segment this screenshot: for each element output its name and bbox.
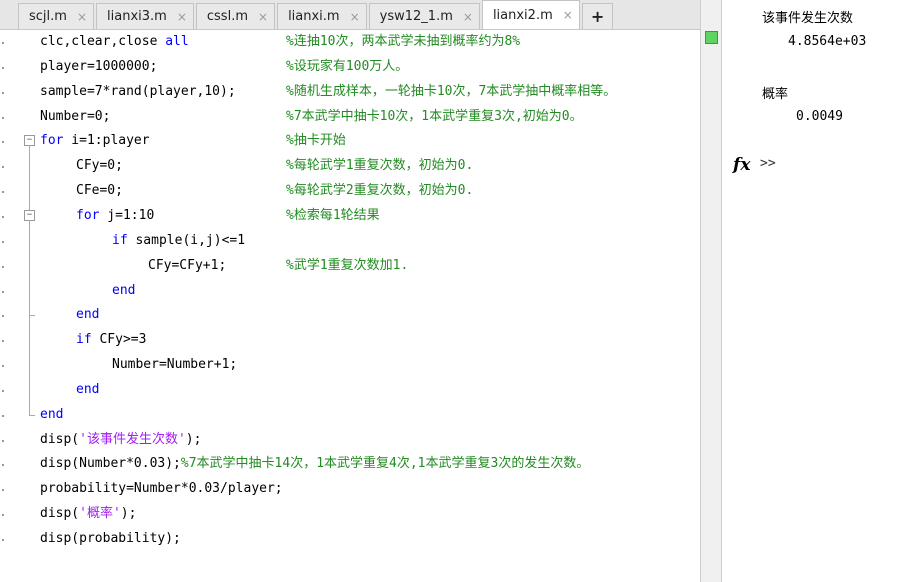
code-line[interactable]: Number=0; (40, 105, 110, 129)
line-marker (2, 514, 4, 517)
code-fold-icon[interactable]: − (24, 209, 35, 221)
command-prompt[interactable]: >> (760, 156, 776, 171)
line-marker (2, 215, 4, 218)
code-line[interactable]: end (76, 378, 99, 402)
close-tab-icon[interactable]: × (258, 10, 268, 24)
code-line[interactable]: CFy=0; (76, 154, 123, 178)
code-comment[interactable]: %抽卡开始 (286, 129, 346, 153)
line-marker (2, 340, 4, 343)
code-line[interactable]: if CFy>=3 (76, 328, 146, 352)
line-marker (2, 265, 4, 268)
line-marker (2, 141, 4, 144)
code-line[interactable]: probability=Number*0.03/player; (40, 477, 283, 501)
line-marker (2, 315, 4, 318)
editor-tab-lianxi2-m[interactable]: lianxi2.m × (481, 0, 580, 29)
editor-gutter: − − (0, 30, 40, 582)
code-fold-icon[interactable]: − (24, 135, 35, 147)
fold-end (29, 315, 35, 317)
fold-end (29, 414, 35, 416)
line-marker (2, 91, 4, 94)
line-marker (2, 414, 4, 417)
editor-vertical-scrollbar[interactable] (700, 0, 722, 582)
code-line[interactable]: for j=1:10 (76, 204, 154, 228)
code-comment[interactable]: %连抽10次，两本武学未抽到概率约为8% (286, 30, 520, 54)
code-line[interactable]: sample=7*rand(player,10); (40, 80, 236, 104)
editor-tab-bar: scjl.m × lianxi3.m × cssl.m × lianxi.m × ysw12_1… (0, 0, 700, 30)
code-line[interactable]: for i=1:player (40, 129, 150, 153)
line-marker (2, 191, 4, 194)
code-line[interactable]: disp(Number*0.03);%7本武学中抽卡14次，1本武学重复4次,1… (40, 452, 589, 476)
output-value-probability: 0.0049 (796, 109, 843, 124)
tab-label: cssl.m (206, 9, 248, 24)
tab-label: ysw12_1.m (379, 9, 453, 24)
line-marker (2, 240, 4, 243)
code-line[interactable]: disp('概率'); (40, 502, 136, 526)
output-label-event-count: 该事件发生次数 (762, 11, 854, 26)
code-line[interactable]: end (76, 303, 99, 327)
code-line[interactable]: Number=Number+1; (112, 353, 237, 377)
close-tab-icon[interactable]: × (463, 10, 473, 24)
code-line[interactable]: CFe=0; (76, 179, 123, 203)
line-marker (2, 66, 4, 69)
function-browser-icon[interactable]: fx (733, 155, 750, 175)
close-tab-icon[interactable]: × (77, 10, 87, 24)
line-marker (2, 116, 4, 119)
tab-label: lianxi2.m (492, 7, 553, 23)
line-marker (2, 539, 4, 541)
code-line[interactable]: clc,clear,close all (40, 30, 189, 54)
code-line[interactable]: player=1000000; (40, 55, 157, 79)
code-line[interactable]: end (112, 279, 135, 303)
new-tab-button[interactable]: + (581, 3, 614, 29)
line-marker (2, 365, 4, 368)
close-tab-icon[interactable]: × (563, 8, 573, 22)
code-comment[interactable]: %7本武学中抽卡10次，1本武学重复3次,初始为0。 (286, 105, 583, 129)
line-marker (2, 389, 4, 392)
line-marker (2, 42, 4, 44)
code-comment[interactable]: %检索每1轮结果 (286, 204, 380, 228)
code-line[interactable]: disp(probability); (40, 527, 181, 551)
editor-tab-cssl-m[interactable]: cssl.m × (195, 3, 276, 29)
code-comment[interactable]: %设玩家有100万人。 (286, 55, 408, 79)
line-marker (2, 290, 4, 293)
close-tab-icon[interactable]: × (177, 10, 187, 24)
code-comment[interactable]: %每轮武学1重复次数，初始为0. (286, 154, 473, 178)
line-marker (2, 464, 4, 467)
close-tab-icon[interactable]: × (350, 10, 360, 24)
tab-label: lianxi3.m (107, 9, 167, 24)
editor-tab-lianxi3-m[interactable]: lianxi3.m × (96, 3, 194, 29)
code-line[interactable]: end (40, 403, 63, 427)
fold-guide (29, 220, 30, 316)
code-comment[interactable]: %武学1重复次数加1. (286, 254, 408, 278)
editor-tab-ysw12-1-m[interactable]: ysw12_1.m × (368, 3, 480, 29)
code-analyzer-ok-icon[interactable] (705, 31, 718, 44)
code-editor[interactable]: − − clc,clear,close all %连抽10次，两本武学未抽到概率约为… (0, 30, 700, 582)
code-line[interactable]: if sample(i,j)<=1 (112, 229, 245, 253)
line-marker (2, 439, 4, 442)
command-window[interactable]: 该事件发生次数 4.8564e+03 概率 0.0049 (722, 0, 922, 582)
line-marker (2, 489, 4, 492)
editor-tab-scjl-m[interactable]: scjl.m × (18, 3, 95, 29)
tab-label: lianxi.m (288, 9, 340, 24)
code-line[interactable]: CFy=CFy+1; (148, 254, 226, 278)
code-comment[interactable]: %每轮武学2重复次数，初始为0. (286, 179, 473, 203)
output-label-probability: 概率 (762, 87, 789, 102)
code-line[interactable]: disp('该事件发生次数'); (40, 428, 201, 452)
line-marker (2, 166, 4, 169)
output-value-event-count: 4.8564e+03 (788, 34, 867, 49)
code-comment[interactable]: %随机生成样本，一轮抽卡10次，7本武学抽中概率相等。 (286, 80, 616, 104)
editor-tab-lianxi-m[interactable]: lianxi.m × (277, 3, 367, 29)
tab-label: scjl.m (29, 9, 67, 24)
